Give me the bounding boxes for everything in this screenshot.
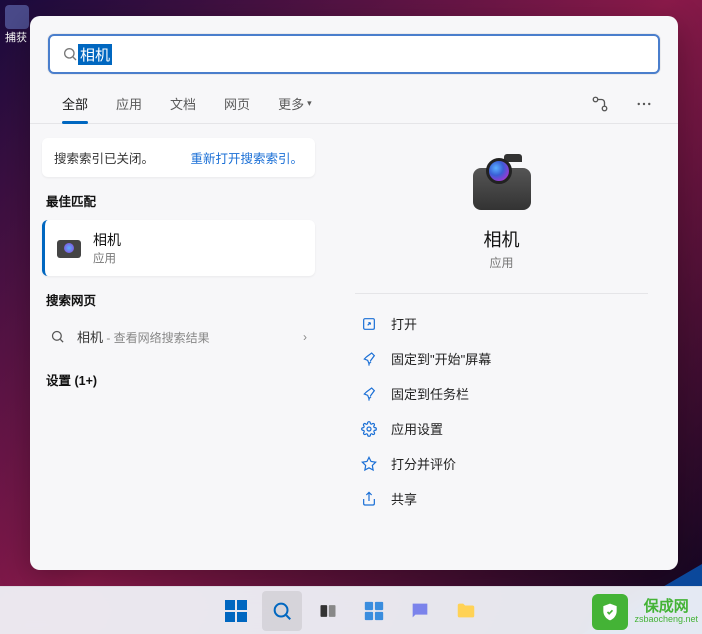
- section-settings[interactable]: 设置 (1+): [42, 360, 315, 389]
- more-options-button[interactable]: [628, 88, 660, 120]
- web-search-row[interactable]: 相机 - 查看网络搜索结果 ›: [42, 319, 315, 354]
- taskbar-explorer[interactable]: [446, 591, 486, 631]
- chevron-right-icon: ›: [303, 330, 307, 344]
- action-app-settings[interactable]: 应用设置: [355, 411, 648, 446]
- tab-documents[interactable]: 文档: [156, 84, 210, 123]
- search-icon: [50, 329, 65, 344]
- action-list: 打开 固定到"开始"屏幕 固定到任务栏 应用设置: [355, 306, 648, 516]
- web-search-term: 相机: [77, 330, 103, 345]
- task-view-icon: [318, 601, 338, 621]
- watermark-badge: 保成网 zsbaocheng.net: [592, 594, 698, 630]
- star-icon: [361, 456, 377, 472]
- result-subtitle: 应用: [93, 250, 121, 266]
- preview-pane: 相机 应用 打开 固定到"开始"屏幕 固定到任务栏: [355, 150, 648, 516]
- desktop-shortcut[interactable]: 捕获: [5, 5, 29, 45]
- taskbar-search-button[interactable]: [262, 591, 302, 631]
- result-title: 相机: [93, 230, 121, 250]
- action-pin-taskbar[interactable]: 固定到任务栏: [355, 376, 648, 411]
- shield-icon: [592, 594, 628, 630]
- divider: [355, 293, 648, 294]
- taskbar-widgets[interactable]: [354, 591, 394, 631]
- watermark-title: 保成网: [634, 599, 698, 616]
- tab-more[interactable]: 更多▾: [264, 84, 326, 123]
- preview-title: 相机: [355, 226, 648, 252]
- action-pin-start[interactable]: 固定到"开始"屏幕: [355, 341, 648, 376]
- windows-logo-icon: [225, 600, 247, 622]
- desktop-shortcut-label: 捕获: [5, 32, 27, 44]
- quick-actions-button[interactable]: [584, 88, 616, 120]
- gear-icon: [361, 421, 377, 437]
- chat-icon: [409, 600, 431, 622]
- preview-subtitle: 应用: [355, 254, 648, 271]
- share-icon: [361, 491, 377, 507]
- search-input[interactable]: 相机: [78, 44, 112, 65]
- section-best-match: 最佳匹配: [42, 183, 315, 214]
- open-icon: [361, 316, 377, 332]
- section-search-web: 搜索网页: [42, 282, 315, 313]
- index-notice-link[interactable]: 重新打开搜索索引。: [190, 148, 303, 167]
- watermark-url: zsbaocheng.net: [634, 615, 698, 625]
- chevron-down-icon: ▾: [307, 98, 312, 109]
- folder-icon: [455, 600, 477, 622]
- action-share[interactable]: 共享: [355, 481, 648, 516]
- start-button[interactable]: [216, 591, 256, 631]
- best-match-result[interactable]: 相机 应用: [42, 220, 315, 276]
- camera-app-icon: [57, 236, 81, 260]
- pin-icon: [361, 351, 377, 367]
- taskbar-chat[interactable]: [400, 591, 440, 631]
- search-box-container: 相机: [30, 16, 678, 84]
- search-icon: [62, 46, 78, 62]
- tab-all[interactable]: 全部: [48, 84, 102, 123]
- content-area: 搜索索引已关闭。 重新打开搜索索引。 最佳匹配 相机 应用 搜索网页: [30, 124, 678, 570]
- ellipsis-icon: [635, 95, 653, 113]
- results-column: 搜索索引已关闭。 重新打开搜索索引。 最佳匹配 相机 应用 搜索网页: [30, 124, 325, 570]
- camera-large-icon: [470, 150, 534, 214]
- tab-apps[interactable]: 应用: [102, 84, 156, 123]
- taskbar-task-view[interactable]: [308, 591, 348, 631]
- tabs-row: 全部 应用 文档 网页 更多▾: [30, 84, 678, 124]
- index-notice-message: 搜索索引已关闭。: [54, 148, 154, 167]
- preview-column: 相机 应用 打开 固定到"开始"屏幕 固定到任务栏: [325, 124, 678, 570]
- action-open[interactable]: 打开: [355, 306, 648, 341]
- capture-tool-icon: [5, 5, 29, 29]
- widgets-icon: [363, 600, 385, 622]
- search-box[interactable]: 相机: [48, 34, 660, 74]
- search-icon: [271, 600, 293, 622]
- tab-web[interactable]: 网页: [210, 84, 264, 123]
- flow-icon: [591, 95, 609, 113]
- search-panel: 相机 全部 应用 文档 网页 更多▾ 搜索索引已关闭。 重新打开搜索索引。 最佳…: [30, 16, 678, 570]
- pin-icon: [361, 386, 377, 402]
- web-search-hint: - 查看网络搜索结果: [103, 331, 210, 345]
- index-notice-card: 搜索索引已关闭。 重新打开搜索索引。: [42, 138, 315, 177]
- action-rate[interactable]: 打分并评价: [355, 446, 648, 481]
